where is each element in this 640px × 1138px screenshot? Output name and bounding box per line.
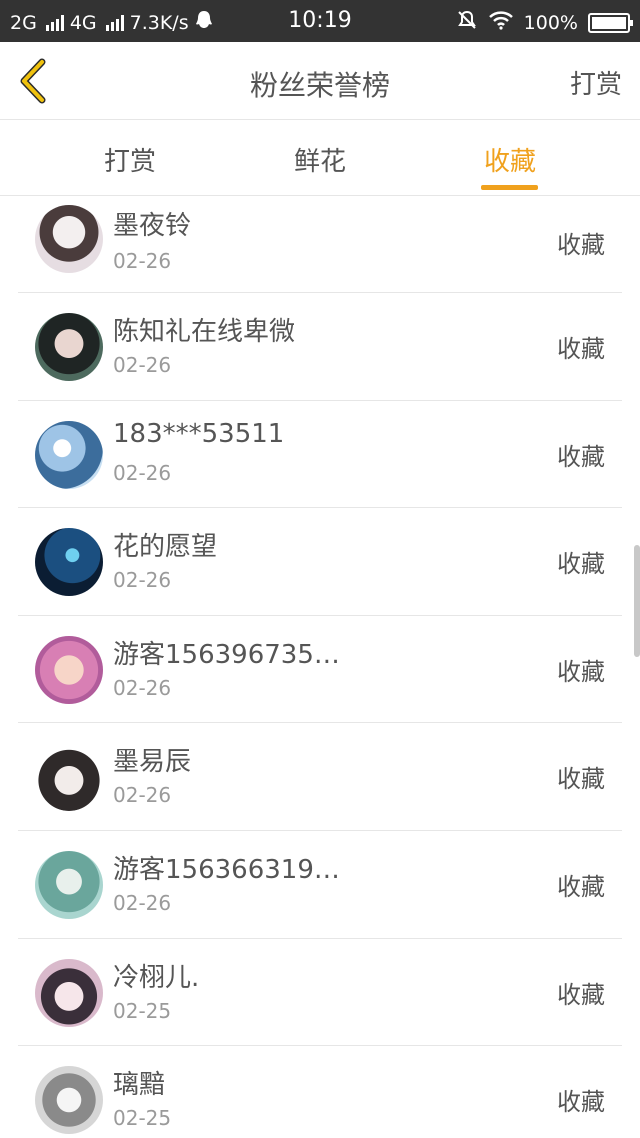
avatar: [35, 635, 103, 704]
avatar: [35, 205, 103, 273]
fan-date: 02-25: [113, 998, 172, 1023]
avatar: [35, 313, 103, 381]
fan-type: 收藏: [557, 1088, 605, 1117]
mute-icon: [456, 9, 478, 36]
tab-flowers[interactable]: 鲜花: [260, 141, 380, 178]
fan-date: 02-25: [113, 1106, 172, 1131]
avatar: [35, 958, 103, 1027]
tab-bar: 打赏 鲜花 收藏: [0, 121, 640, 196]
fan-name: 陈知礼在线卑微: [113, 317, 296, 347]
fan-list: 墨夜铃 02-26 收藏 陈知礼在线卑微 02-26 收藏 183***5351…: [0, 197, 640, 1138]
fan-name: 墨夜铃: [113, 211, 192, 241]
fan-name: 冷栩儿.: [113, 962, 200, 993]
fan-date: 02-26: [113, 460, 172, 485]
scrollbar-thumb[interactable]: [634, 545, 640, 657]
list-item[interactable]: 璃黯 02-25 收藏: [18, 1046, 622, 1138]
header: 粉丝荣誉榜 打赏: [0, 42, 640, 120]
status-bar: 2G 4G 7.3K/s 10:19 100%: [0, 0, 640, 42]
fan-date: 02-26: [113, 249, 172, 273]
page-title: 粉丝荣誉榜: [249, 69, 390, 102]
list-item[interactable]: 183***53511 02-26 收藏: [18, 401, 622, 509]
fan-name: 183***53511: [113, 418, 285, 449]
fan-date: 02-26: [113, 675, 172, 700]
fan-date: 02-26: [113, 783, 172, 808]
fan-type: 收藏: [557, 442, 605, 471]
active-tab-indicator: [481, 185, 538, 190]
fan-date: 02-26: [113, 890, 172, 915]
fan-date: 02-26: [113, 568, 172, 593]
avatar: [35, 528, 103, 597]
list-item[interactable]: 冷栩儿. 02-25 收藏: [18, 939, 622, 1047]
list-item[interactable]: 游客156366319… 02-26 收藏: [18, 831, 622, 939]
battery-icon: [588, 12, 633, 33]
fan-date: 02-26: [113, 353, 172, 377]
wifi-icon: [488, 10, 514, 35]
fan-name: 游客156396735…: [113, 639, 340, 670]
fan-type: 收藏: [557, 980, 605, 1009]
avatar: [35, 850, 103, 919]
fan-type: 收藏: [557, 231, 605, 259]
list-item[interactable]: 墨易辰 02-26 收藏: [18, 723, 622, 831]
fan-name: 墨易辰: [113, 747, 192, 778]
avatar: [35, 1066, 103, 1135]
fan-name: 璃黯: [113, 1070, 166, 1101]
fan-name: 花的愿望: [113, 532, 218, 563]
fan-type: 收藏: [557, 657, 605, 686]
tab-favorites[interactable]: 收藏: [450, 141, 570, 178]
fan-name: 游客156366319…: [113, 854, 340, 885]
reward-button[interactable]: 打赏: [570, 64, 622, 101]
tab-reward[interactable]: 打赏: [70, 141, 190, 178]
avatar: [35, 743, 103, 812]
list-item[interactable]: 陈知礼在线卑微 02-26 收藏: [18, 293, 622, 401]
battery-percent: 100%: [523, 11, 578, 34]
list-item[interactable]: 游客156396735… 02-26 收藏: [18, 616, 622, 724]
fan-type: 收藏: [557, 765, 605, 794]
fan-type: 收藏: [557, 550, 605, 579]
list-item[interactable]: 花的愿望 02-26 收藏: [18, 508, 622, 616]
status-right: 100%: [456, 9, 633, 36]
fan-type: 收藏: [557, 872, 605, 901]
fan-type: 收藏: [557, 335, 605, 363]
avatar: [35, 420, 103, 489]
list-item[interactable]: 墨夜铃 02-26 收藏: [18, 197, 622, 293]
